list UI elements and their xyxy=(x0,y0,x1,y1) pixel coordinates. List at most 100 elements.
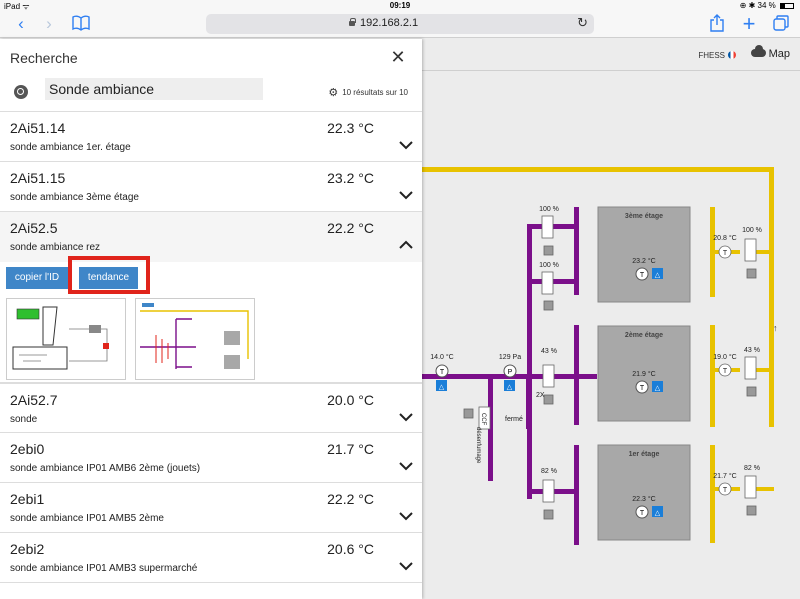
bookmarks-icon[interactable] xyxy=(70,15,92,35)
hvac-diagram: ↑ 3ème étage 23.2 °C 2ème étage 21.9 °C xyxy=(422,167,778,545)
result-id: 2Ai51.14 xyxy=(10,120,66,136)
reload-icon[interactable]: ↻ xyxy=(577,15,588,31)
svg-text:△: △ xyxy=(439,384,445,391)
floor-plan-thumbnail[interactable] xyxy=(6,298,126,380)
search-icon xyxy=(14,85,28,99)
search-header: Recherche ✕ ⚙10 résultats sur 10 xyxy=(0,39,422,112)
chevron-down-icon[interactable] xyxy=(398,559,414,573)
trend-button[interactable]: tendance xyxy=(79,267,138,289)
result-item-expanded[interactable]: 2Ai52.5 22.2 °C sonde ambiance rez xyxy=(0,212,422,262)
svg-text:43 %: 43 % xyxy=(744,347,760,354)
damper-label: CCF xyxy=(480,413,486,426)
result-item[interactable]: 2ebi1 22.2 °C sonde ambiance IP01 AMB5 2… xyxy=(0,483,422,533)
result-item[interactable]: 2ebi0 21.7 °C sonde ambiance IP01 AMB6 2… xyxy=(0,433,422,483)
forward-icon[interactable]: › xyxy=(38,14,60,34)
synoptic-thumbnail[interactable] xyxy=(135,298,255,380)
close-icon[interactable]: ✕ xyxy=(388,47,408,67)
result-id: 2Ai51.15 xyxy=(10,170,66,186)
result-value: 20.0 °C xyxy=(327,392,374,408)
search-panel: Recherche ✕ ⚙10 résultats sur 10 2Ai51.1… xyxy=(0,39,422,599)
new-tab-icon[interactable]: + xyxy=(738,13,760,35)
multiplier-label: 2X xyxy=(536,392,545,399)
chevron-down-icon[interactable] xyxy=(398,410,414,424)
result-id: 2ebi0 xyxy=(10,441,45,457)
result-item[interactable]: 2ebi2 20.6 °C sonde ambiance IP01 AMB3 s… xyxy=(0,533,422,583)
result-desc: sonde ambiance IP01 AMB6 2ème (jouets) xyxy=(10,463,201,474)
floor-name: 3ème étage xyxy=(625,213,663,220)
result-desc: sonde ambiance IP01 AMB3 supermarché xyxy=(10,563,198,574)
url-text: 192.168.2.1 xyxy=(360,17,419,29)
damper-state: fermé xyxy=(505,416,523,423)
svg-text:△: △ xyxy=(655,272,661,279)
result-item[interactable]: 2Ai51.15 23.2 °C sonde ambiance 3ème éta… xyxy=(0,162,422,212)
svg-text:20.8 °C: 20.8 °C xyxy=(713,234,736,242)
clock: 09:19 xyxy=(389,1,411,10)
gear-icon[interactable]: ⚙ xyxy=(328,86,338,99)
flow-arrow: ↑ xyxy=(773,323,778,333)
floor-temp: 23.2 °C xyxy=(632,257,655,265)
result-value: 22.3 °C xyxy=(327,120,374,136)
copy-id-button[interactable]: copier l'ID xyxy=(6,267,68,289)
address-bar[interactable]: 192.168.2.1 ↻ xyxy=(206,14,594,34)
svg-text:100 %: 100 % xyxy=(539,262,559,269)
floor-room-2[interactable]: 2ème étage 21.9 °C xyxy=(597,325,691,422)
chevron-down-icon[interactable] xyxy=(398,509,414,523)
floor-temp: 22.3 °C xyxy=(632,495,655,503)
svg-text:14.0 °C: 14.0 °C xyxy=(430,353,453,361)
result-desc: sonde ambiance IP01 AMB5 2ème xyxy=(10,513,164,524)
svg-text:△: △ xyxy=(655,510,661,517)
svg-text:100 %: 100 % xyxy=(742,227,762,234)
result-id: 2ebi1 xyxy=(10,491,45,507)
result-id: 2Ai52.7 xyxy=(10,392,58,408)
result-desc: sonde ambiance 3ème étage xyxy=(10,192,139,203)
status-bar: iPad ᯤ 09:19 ⊕ ✱ 34 % xyxy=(0,0,800,11)
chevron-down-icon[interactable] xyxy=(398,459,414,473)
result-item[interactable]: 2Ai51.14 22.3 °C sonde ambiance 1er. éta… xyxy=(0,112,422,162)
result-item[interactable]: 2Ai52.7 20.0 °C sonde xyxy=(0,383,422,433)
svg-text:T: T xyxy=(640,385,645,392)
result-value: 22.2 °C xyxy=(327,491,374,507)
result-value: 22.2 °C xyxy=(327,220,374,236)
chevron-down-icon[interactable] xyxy=(398,188,414,202)
result-id: 2Ai52.5 xyxy=(10,220,58,236)
lock-icon xyxy=(349,18,356,26)
svg-text:△: △ xyxy=(655,385,661,392)
svg-text:T: T xyxy=(640,510,645,517)
result-value: 21.7 °C xyxy=(327,441,374,457)
result-desc: sonde xyxy=(10,414,38,425)
result-value: 23.2 °C xyxy=(327,170,374,186)
svg-text:82 %: 82 % xyxy=(744,465,760,472)
hvac-synoptic: FHESS Map ↑ 3ème étage 23.2 °C 2ème étag… xyxy=(422,39,800,599)
result-id: 2ebi2 xyxy=(10,541,45,557)
back-icon[interactable]: ‹ xyxy=(10,14,32,34)
floor-name: 2ème étage xyxy=(625,332,663,339)
smoke-label: désenfumage xyxy=(475,427,481,464)
svg-text:21.7 °C: 21.7 °C xyxy=(713,472,736,480)
svg-text:P: P xyxy=(508,369,513,376)
svg-text:T: T xyxy=(640,272,645,279)
result-value: 20.6 °C xyxy=(327,541,374,557)
floor-room-3[interactable]: 3ème étage 23.2 °C xyxy=(597,206,691,303)
browser-toolbar: ‹ › 192.168.2.1 ↻ + xyxy=(0,11,800,38)
floor-temp: 21.9 °C xyxy=(632,370,655,378)
outside-temp-sensor[interactable]: 14.0 °C T △ xyxy=(430,353,454,391)
svg-text:82 %: 82 % xyxy=(541,468,557,475)
svg-text:T: T xyxy=(723,368,728,375)
smoke-damper[interactable]: fermé CCF désenfumage xyxy=(463,406,523,464)
tabs-icon[interactable] xyxy=(770,15,792,35)
chevron-down-icon[interactable] xyxy=(398,138,414,152)
pressure-sensor[interactable]: 129 Pa P △ xyxy=(499,354,521,391)
svg-text:△: △ xyxy=(507,384,513,391)
chevron-up-icon[interactable] xyxy=(398,238,414,252)
svg-text:T: T xyxy=(723,250,728,257)
floor-room-1[interactable]: 1er étage 22.3 °C xyxy=(597,444,691,541)
svg-text:100 %: 100 % xyxy=(539,206,559,213)
result-desc: sonde ambiance 1er. étage xyxy=(10,142,131,153)
battery-status: ⊕ ✱ 34 % xyxy=(740,1,794,10)
share-icon[interactable] xyxy=(706,14,728,34)
search-input[interactable] xyxy=(45,78,263,100)
panel-title: Recherche xyxy=(10,50,78,66)
svg-text:129 Pa: 129 Pa xyxy=(499,354,521,361)
svg-text:T: T xyxy=(440,369,445,376)
svg-text:43 %: 43 % xyxy=(541,348,557,355)
